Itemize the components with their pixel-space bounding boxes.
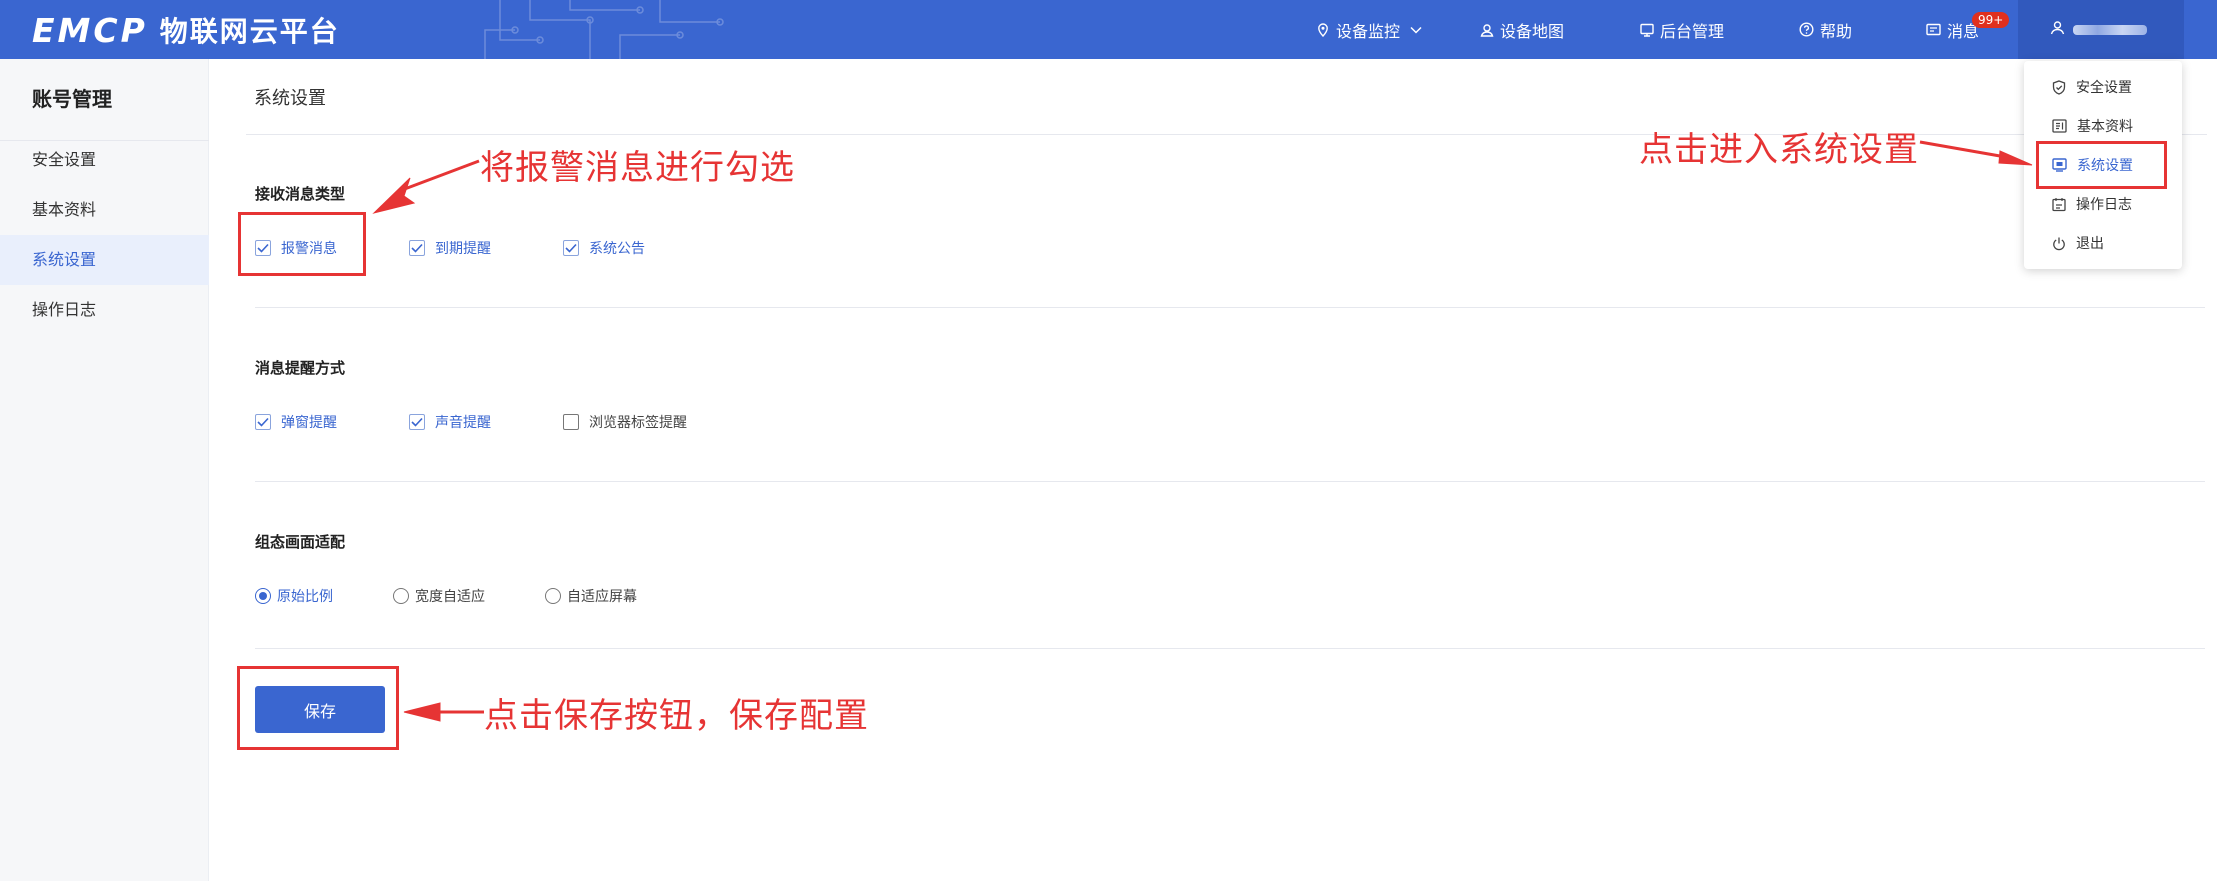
radio-unselected-icon bbox=[393, 588, 409, 604]
sidebar-item-system-settings[interactable]: 系统设置 bbox=[0, 235, 209, 285]
section-title-receive-types: 接收消息类型 bbox=[255, 185, 346, 203]
sidebar: 账号管理 安全设置 基本资料 系统设置 操作日志 bbox=[0, 59, 209, 881]
nav-help-label: 帮助 bbox=[1820, 21, 1853, 41]
menu-item-label: 退出 bbox=[2076, 236, 2104, 252]
message-icon bbox=[1926, 23, 1941, 37]
section-title-screen-fit: 组态画面适配 bbox=[255, 533, 346, 551]
section-divider bbox=[255, 481, 2205, 482]
menu-item-security[interactable]: 安全设置 bbox=[2052, 77, 2132, 97]
highlight-box-save-button bbox=[237, 666, 399, 750]
checkbox-checked-icon bbox=[563, 240, 579, 256]
sidebar-item-profile[interactable]: 基本资料 bbox=[0, 185, 209, 235]
section-divider bbox=[255, 648, 2205, 649]
annotation-click-save: 点击保存按钮，保存配置 bbox=[484, 696, 869, 736]
nav-admin-label: 后台管理 bbox=[1660, 21, 1725, 41]
radio-unselected-icon bbox=[545, 588, 561, 604]
user-location-icon bbox=[1480, 23, 1494, 37]
section-title-remind-methods: 消息提醒方式 bbox=[255, 359, 346, 377]
section-divider bbox=[255, 307, 2205, 308]
nav-help[interactable]: 帮助 bbox=[1799, 0, 1852, 59]
sidebar-item-security[interactable]: 安全设置 bbox=[0, 135, 209, 185]
chevron-down-icon bbox=[1410, 26, 1422, 34]
checkbox-label: 系统公告 bbox=[589, 241, 645, 257]
menu-item-label: 操作日志 bbox=[2076, 197, 2132, 213]
checkbox-browser-tab-reminder[interactable]: 浏览器标签提醒 bbox=[563, 412, 687, 432]
messages-count-badge: 99+ bbox=[1972, 12, 2010, 28]
checkbox-label: 到期提醒 bbox=[435, 241, 491, 257]
username-redacted bbox=[2073, 24, 2147, 35]
menu-item-logout[interactable]: 退出 bbox=[2052, 233, 2104, 253]
circuit-pattern-decoration bbox=[484, 0, 724, 59]
radio-original-ratio[interactable]: 原始比例 bbox=[255, 586, 333, 606]
annotation-enter-settings: 点击进入系统设置 bbox=[1639, 130, 1919, 170]
radio-label: 宽度自适应 bbox=[415, 589, 485, 605]
checkbox-checked-icon bbox=[409, 240, 425, 256]
page-title: 系统设置 bbox=[254, 88, 326, 109]
checkbox-sound-reminder[interactable]: 声音提醒 bbox=[409, 412, 491, 432]
radio-width-adaptive[interactable]: 宽度自适应 bbox=[393, 586, 485, 606]
highlight-box-system-settings bbox=[2036, 141, 2167, 189]
checkbox-popup-reminder[interactable]: 弹窗提醒 bbox=[255, 412, 337, 432]
checkbox-label: 浏览器标签提醒 bbox=[589, 415, 687, 431]
nav-device-map-label: 设备地图 bbox=[1500, 21, 1565, 41]
user-account-menu[interactable] bbox=[2018, 0, 2184, 59]
location-pin-icon bbox=[1316, 22, 1330, 37]
id-card-icon bbox=[2052, 119, 2067, 133]
radio-label: 自适应屏幕 bbox=[567, 589, 637, 605]
calendar-log-icon bbox=[2052, 197, 2066, 212]
checkbox-label: 声音提醒 bbox=[435, 415, 491, 431]
radio-label: 原始比例 bbox=[277, 589, 333, 605]
menu-item-label: 基本资料 bbox=[2077, 119, 2133, 135]
brand-mark: EMCP bbox=[32, 10, 148, 50]
arrow-to-alarm-checkbox bbox=[401, 159, 480, 192]
nav-device-monitor-label: 设备监控 bbox=[1336, 21, 1401, 41]
checkbox-expiry-reminder[interactable]: 到期提醒 bbox=[409, 238, 491, 258]
highlight-box-alarm-checkbox bbox=[238, 212, 366, 276]
radio-selected-icon bbox=[255, 588, 271, 604]
annotation-check-alarm: 将报警消息进行勾选 bbox=[480, 148, 795, 188]
user-icon bbox=[2050, 20, 2065, 39]
checkbox-checked-icon bbox=[255, 414, 271, 430]
checkbox-unchecked-icon bbox=[563, 414, 579, 430]
nav-device-monitor[interactable]: 设备监控 bbox=[1316, 0, 1422, 59]
nav-messages[interactable]: 消息 bbox=[1926, 0, 1979, 59]
menu-item-operation-log[interactable]: 操作日志 bbox=[2052, 194, 2132, 214]
sidebar-item-operation-log[interactable]: 操作日志 bbox=[0, 285, 209, 335]
top-bar: EMCP 物联网云平台 设备监控 设备地图 后台管理 帮助 消息 99+ bbox=[0, 0, 2217, 59]
brand-name: 物联网云平台 bbox=[159, 15, 340, 48]
menu-item-profile[interactable]: 基本资料 bbox=[2052, 116, 2133, 136]
power-icon bbox=[2052, 236, 2066, 251]
sidebar-title: 账号管理 bbox=[32, 87, 112, 111]
monitor-icon bbox=[1640, 23, 1654, 37]
menu-item-label: 安全设置 bbox=[2076, 80, 2132, 96]
checkbox-system-notice[interactable]: 系统公告 bbox=[563, 238, 645, 258]
nav-admin[interactable]: 后台管理 bbox=[1640, 0, 1724, 59]
question-circle-icon bbox=[1799, 22, 1814, 37]
arrow-to-system-settings bbox=[1919, 140, 2001, 158]
checkbox-checked-icon bbox=[409, 414, 425, 430]
shield-icon bbox=[2052, 79, 2066, 95]
checkbox-label: 弹窗提醒 bbox=[281, 415, 337, 431]
brand-logo[interactable]: EMCP 物联网云平台 bbox=[32, 10, 340, 50]
radio-fit-screen[interactable]: 自适应屏幕 bbox=[545, 586, 637, 606]
nav-device-map[interactable]: 设备地图 bbox=[1480, 0, 1564, 59]
